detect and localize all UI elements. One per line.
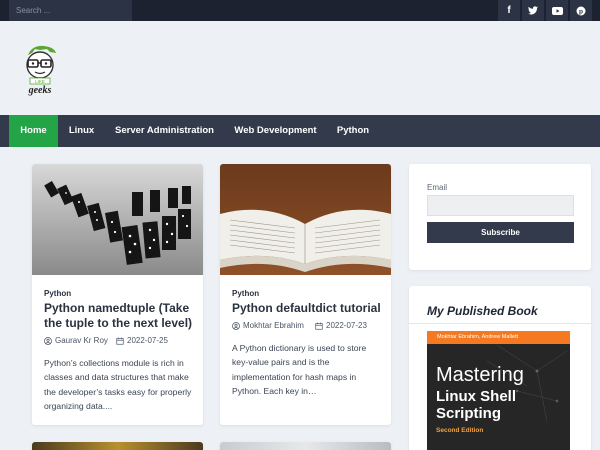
search-input[interactable] (9, 0, 132, 21)
email-label: Email (427, 183, 448, 192)
nav-item-server-administration[interactable]: Server Administration (105, 115, 224, 147)
post-author-name: Gaurav Kr Roy (55, 336, 108, 345)
svg-text:geeks: geeks (28, 85, 52, 96)
post-excerpt: A Python dictionary is used to store key… (232, 343, 367, 397)
post-title[interactable]: Python defaultdict tutorial (232, 301, 382, 316)
post-image-open-book[interactable] (220, 164, 391, 275)
twitter-icon[interactable] (522, 0, 544, 21)
twitter-bird-icon (528, 6, 538, 15)
facebook-icon[interactable]: f (498, 0, 520, 21)
pinterest-icon[interactable]: p (570, 0, 592, 21)
youtube-play-icon (551, 6, 563, 15)
user-icon (232, 321, 240, 330)
nav-item-python[interactable]: Python (327, 115, 379, 147)
post-author[interactable]: Mokhtar Ebrahim (232, 321, 304, 330)
post-category[interactable]: Python (44, 289, 71, 298)
post-image-dominoes[interactable] (32, 164, 203, 275)
post-card-next (220, 442, 391, 450)
svg-text:p: p (579, 8, 583, 15)
nav-item-web-development[interactable]: Web Development (224, 115, 327, 147)
book-widget-title: My Published Book (427, 304, 538, 318)
svg-text:LIKE: LIKE (35, 79, 45, 84)
subscribe-button[interactable]: Subscribe (427, 222, 574, 243)
book-title-line2: Linux Shell (436, 388, 517, 405)
book-title-line3: Scripting (436, 405, 502, 422)
post-card-next (32, 442, 203, 450)
pinterest-p-icon: p (576, 6, 586, 15)
nav-item-home[interactable]: Home (9, 115, 58, 147)
calendar-icon (315, 322, 323, 330)
post-image-next[interactable] (32, 442, 203, 450)
subscribe-widget: Email Subscribe (409, 164, 591, 270)
site-header: LIKE geeks (0, 21, 600, 115)
calendar-icon (116, 337, 124, 345)
nav-item-linux[interactable]: Linux (58, 115, 105, 147)
post-title[interactable]: Python namedtuple (Take the tuple to the… (44, 301, 194, 331)
likegeeks-logo[interactable]: LIKE geeks (20, 43, 60, 97)
book-title-line1: Mastering (436, 364, 524, 386)
post-author[interactable]: Gaurav Kr Roy (44, 336, 108, 345)
post-image-next[interactable] (220, 442, 391, 450)
post-card: Python Python namedtuple (Take the tuple… (32, 164, 203, 425)
book-widget: My Published Book Mokhtar Ebrahim, Andre… (409, 286, 591, 450)
youtube-icon[interactable] (546, 0, 568, 21)
post-date[interactable]: 2022-07-25 (116, 336, 168, 345)
user-icon (44, 336, 52, 345)
post-category[interactable]: Python (232, 289, 259, 298)
post-card: Python Python defaultdict tutorial Mokht… (220, 164, 391, 425)
post-author-name: Mokhtar Ebrahim (243, 321, 304, 330)
book-cover[interactable]: Mokhtar Ebrahim, Andrew Mallett Masterin… (427, 331, 570, 450)
post-excerpt: Python’s collections module is rich in c… (44, 358, 192, 412)
divider (409, 323, 591, 324)
main-nav: Home Linux Server Administration Web Dev… (0, 115, 600, 147)
top-bar: f p (0, 0, 600, 21)
book-authors: Mokhtar Ebrahim, Andrew Mallett (427, 331, 570, 344)
facebook-glyph: f (507, 5, 511, 16)
post-date[interactable]: 2022-07-23 (315, 321, 367, 330)
post-date-text: 2022-07-25 (127, 336, 168, 345)
book-edition: Second Edition (436, 427, 484, 434)
post-date-text: 2022-07-23 (326, 321, 367, 330)
email-field[interactable] (427, 195, 574, 216)
